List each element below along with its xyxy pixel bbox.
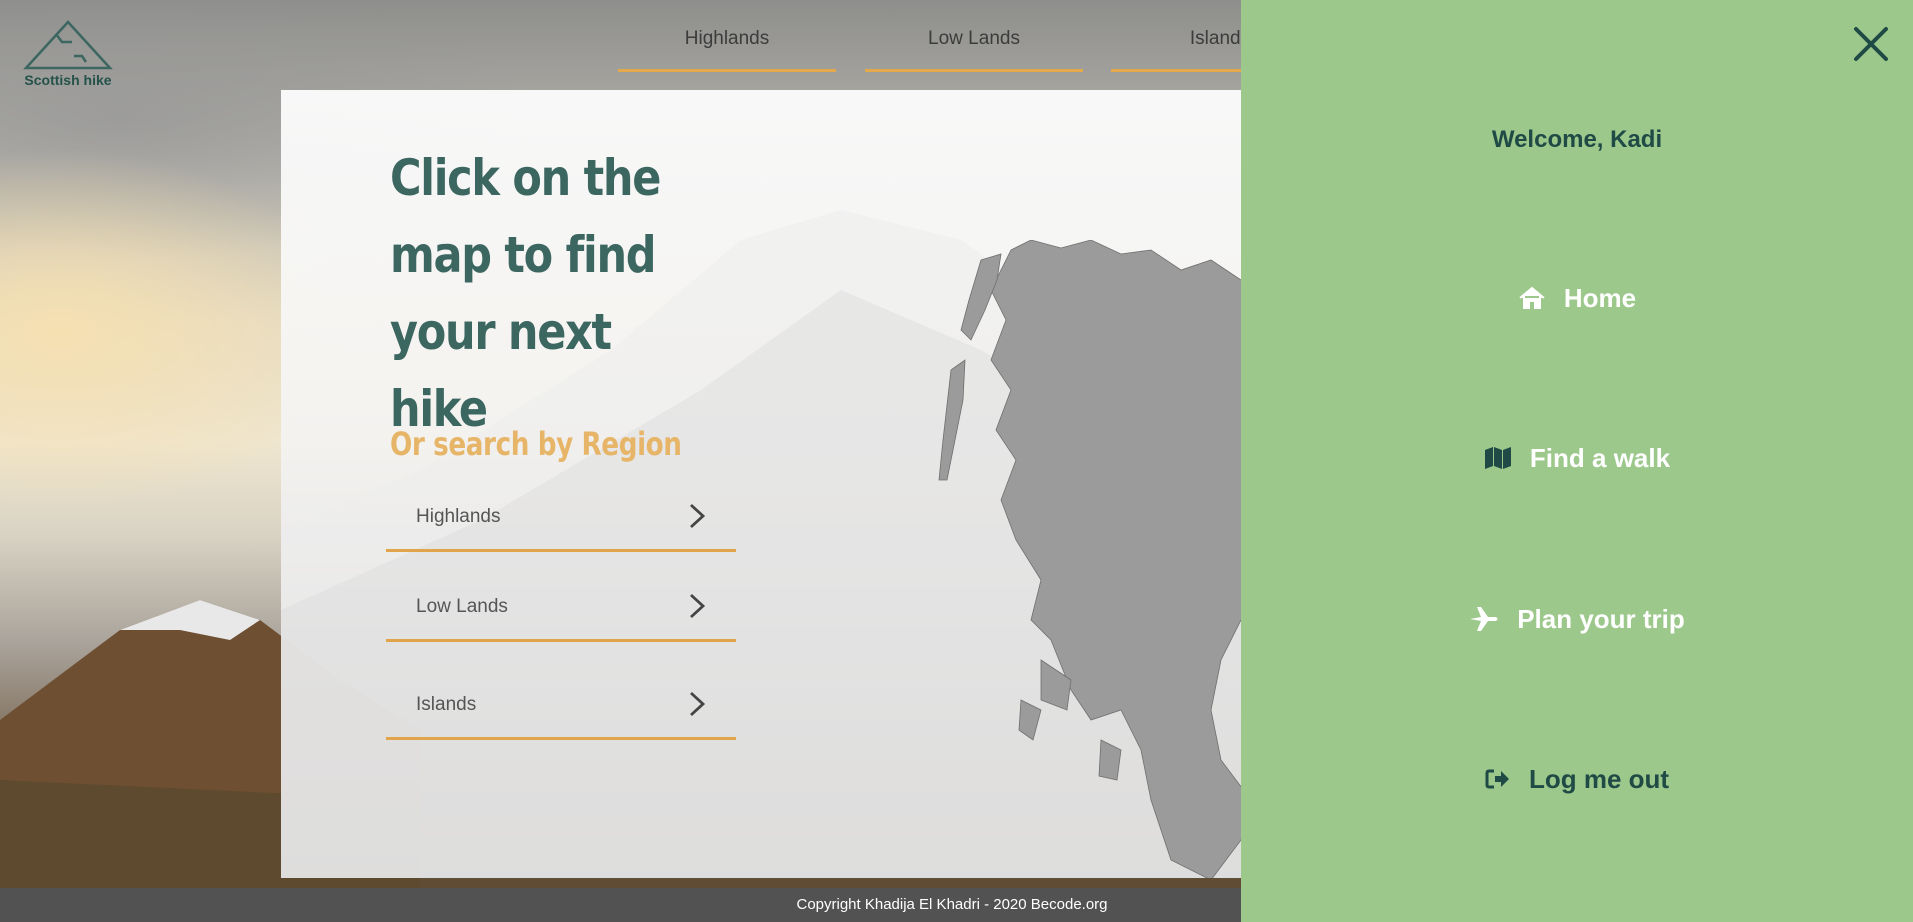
plane-icon [1470,607,1498,631]
menu-item-home[interactable]: Home [1241,278,1913,318]
headline-line: map to find [390,226,657,284]
welcome-message: Welcome, Kadi [1491,126,1663,153]
region-search-heading: Or search by Region [390,425,682,463]
region-label: Highlands [416,506,501,527]
menu-label: Log me out [1528,763,1670,794]
menu-label: Plan your trip [1517,603,1685,634]
side-menu-panel: Welcome, Kadi Home Find a walk Plan your… [1241,0,1913,922]
region-item-highlands[interactable]: Highlands [386,462,736,552]
menu-label: Find a walk [1529,442,1671,473]
region-label: Islands [416,694,477,715]
brand-name: Scottish hike [24,72,112,88]
region-item-low-lands[interactable]: Low Lands [386,552,736,642]
mountain-logo-icon [23,20,113,70]
menu-item-log-me-out[interactable]: Log me out [1241,759,1913,799]
chevron-right-icon [690,503,706,529]
menu-item-find-a-walk[interactable]: Find a walk [1241,438,1913,478]
chevron-right-icon [690,691,706,717]
chevron-right-icon [690,593,706,619]
region-label: Low Lands [416,596,508,617]
close-icon[interactable] [1851,24,1891,64]
menu-item-plan-your-trip[interactable]: Plan your trip [1241,599,1913,639]
menu-label: Home [1563,282,1637,313]
nav-tab-low-lands[interactable]: Low Lands [865,0,1083,72]
logo[interactable]: Scottish hike [22,20,114,92]
scotland-map[interactable] [921,240,1241,878]
home-icon [1519,286,1545,309]
headline-line: Click on the [390,149,661,207]
sign-out-icon [1485,769,1509,789]
region-item-islands[interactable]: Islands [386,650,736,740]
page-headline: Click on the map to find your next hike [390,140,682,448]
main-card: Click on the map to find your next hike … [281,90,1241,878]
map-icon [1484,447,1511,469]
nav-tab-highlands[interactable]: Highlands [618,0,836,72]
